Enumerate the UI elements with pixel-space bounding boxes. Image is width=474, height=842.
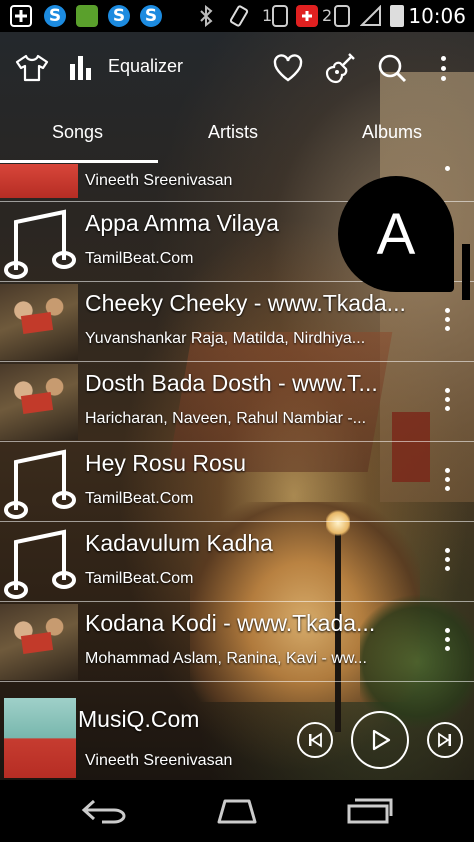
- song-artist: Yuvanshankar Raja, Matilda, Nirdhiya...: [85, 330, 366, 347]
- more-options-icon[interactable]: [442, 628, 452, 658]
- rotate-icon: [228, 5, 250, 27]
- more-vertical-icon: [441, 55, 447, 81]
- sim2-icon: [334, 5, 350, 27]
- previous-button[interactable]: [297, 722, 333, 758]
- equalizer-label: Equalizer: [108, 56, 184, 76]
- album-art: [0, 364, 78, 440]
- fast-scroll-thumb[interactable]: [462, 244, 470, 300]
- overflow-menu-button[interactable]: [426, 50, 462, 86]
- toolbar: Equalizer: [0, 32, 474, 104]
- list-item[interactable]: Cheeky Cheeky - www.Tkada... Yuvanshanka…: [0, 282, 474, 362]
- home-icon: [217, 799, 257, 824]
- skype-icon-3: S: [140, 5, 162, 27]
- song-artist: Haricharan, Naveen, Rahul Nambiar -...: [85, 410, 367, 427]
- fast-scroll-letter: A: [376, 201, 416, 267]
- shirt-icon: [15, 54, 49, 82]
- tab-artists[interactable]: Artists: [208, 122, 258, 143]
- play-button[interactable]: [351, 711, 409, 769]
- song-title: Kodana Kodi - www.Tkada...: [85, 610, 376, 636]
- now-playing-artist: Vineeth Sreenivasan: [85, 752, 233, 769]
- swiss-flag-icon: [296, 5, 318, 27]
- more-options-icon[interactable]: [445, 166, 450, 171]
- more-options-icon[interactable]: [442, 548, 452, 578]
- signal-icon: [359, 4, 382, 27]
- back-icon: [81, 799, 126, 824]
- play-icon: [372, 729, 391, 751]
- list-item[interactable]: Kodana Kodi - www.Tkada... Mohammad Asla…: [0, 602, 474, 682]
- list-item[interactable]: Kadavulum Kadha TamilBeat.Com: [0, 522, 474, 602]
- more-options-icon[interactable]: [442, 468, 452, 498]
- clock: 10:06: [408, 4, 466, 28]
- tab-songs[interactable]: Songs: [52, 122, 103, 143]
- skype-icon: S: [44, 5, 66, 27]
- search-button[interactable]: [374, 50, 410, 86]
- skip-previous-icon: [309, 732, 322, 748]
- now-playing-title: MusiQ.Com: [78, 706, 200, 732]
- song-title: Kadavulum Kadha: [85, 530, 273, 556]
- status-bar: S S S 1 2 10:06: [0, 0, 474, 32]
- equalizer-icon: [70, 56, 91, 80]
- now-playing-bar[interactable]: MusiQ.Com Vineeth Sreenivasan: [0, 684, 474, 780]
- fast-scroll-letter-bubble: A: [338, 176, 454, 292]
- music-note-icon: [0, 524, 78, 600]
- guitar-button[interactable]: [322, 50, 358, 86]
- navigation-bar: [0, 780, 474, 842]
- tab-bar: Songs Artists Albums: [0, 104, 474, 164]
- recent-apps-button[interactable]: [344, 794, 396, 828]
- add-notification-icon: [10, 5, 32, 27]
- song-artist: TamilBeat.Com: [85, 570, 194, 587]
- next-button[interactable]: [427, 722, 463, 758]
- search-icon: [378, 54, 407, 83]
- sim2-badge: 2: [322, 6, 333, 25]
- album-art: [0, 164, 78, 198]
- recent-apps-icon: [347, 798, 393, 824]
- music-note-icon: [0, 444, 78, 520]
- favorites-button[interactable]: [270, 50, 306, 86]
- battery-icon: [390, 5, 404, 27]
- theme-button[interactable]: [14, 50, 50, 86]
- sim1-icon: [272, 5, 288, 27]
- skip-next-icon: [438, 732, 451, 748]
- song-artist: TamilBeat.Com: [85, 490, 194, 507]
- back-button[interactable]: [78, 794, 130, 828]
- song-title: Cheeky Cheeky - www.Tkada...: [85, 290, 406, 316]
- list-item[interactable]: Hey Rosu Rosu TamilBeat.Com: [0, 442, 474, 522]
- guitar-icon: [325, 53, 355, 84]
- list-item[interactable]: Dosth Bada Dosth - www.T... Haricharan, …: [0, 362, 474, 442]
- music-note-icon: [0, 204, 78, 280]
- skype-icon-2: S: [108, 5, 130, 27]
- more-options-icon[interactable]: [442, 388, 452, 418]
- home-button[interactable]: [210, 794, 264, 828]
- song-title: Dosth Bada Dosth - www.T...: [85, 370, 378, 396]
- now-playing-album-art: [4, 698, 76, 778]
- sim1-badge: 1: [262, 6, 273, 25]
- app-update-icon: [76, 5, 98, 27]
- bluetooth-icon: [196, 4, 218, 28]
- album-art: [0, 604, 78, 680]
- tab-albums[interactable]: Albums: [362, 122, 422, 143]
- album-art: [0, 284, 78, 360]
- heart-icon: [273, 54, 303, 82]
- more-options-icon[interactable]: [442, 308, 452, 338]
- song-artist: Mohammad Aslam, Ranina, Kavi - ww...: [85, 650, 367, 667]
- song-title: Hey Rosu Rosu: [85, 450, 247, 476]
- active-tab-indicator: [0, 160, 158, 163]
